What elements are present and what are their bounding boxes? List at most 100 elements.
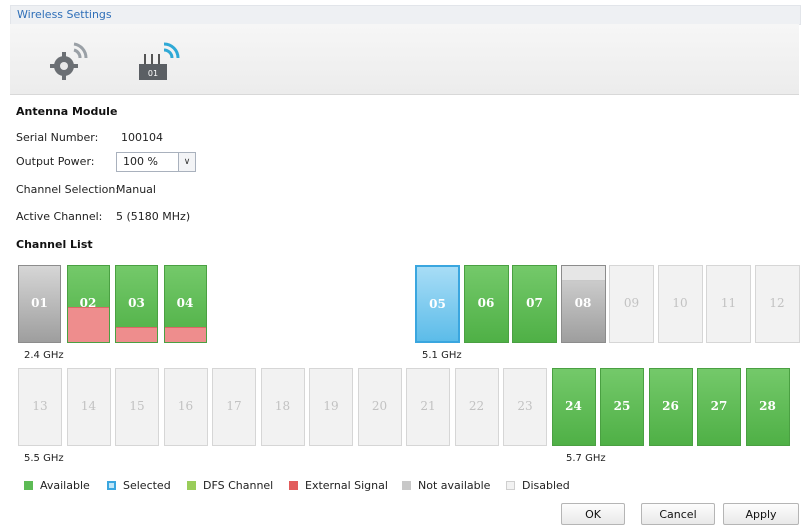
channel-selection-value: Manual [116, 183, 156, 196]
channel-tile-23: 23 [503, 368, 547, 446]
channel-number: 10 [672, 296, 688, 310]
channel-number: 09 [623, 296, 640, 310]
channel-tile-15: 15 [115, 368, 159, 446]
legend-label-available: Available [40, 479, 90, 492]
output-power-select[interactable]: 100 % ∨ [116, 152, 196, 172]
channel-number: 13 [32, 399, 48, 413]
antenna-module-heading: Antenna Module [16, 105, 118, 118]
serial-number-label: Serial Number: [16, 131, 99, 144]
not-available-band [561, 266, 605, 281]
channel-number: 18 [274, 399, 291, 413]
channel-tile-05[interactable]: 05 [415, 265, 460, 343]
serial-number-value: 100104 [121, 131, 163, 144]
legend-swatch-not-available [402, 481, 411, 490]
legend-dfs-channel: DFS Channel [187, 479, 273, 492]
module-badge: 01 [148, 69, 158, 78]
channel-tile-17: 17 [212, 368, 256, 446]
channel-tile-28[interactable]: 28 [745, 368, 790, 446]
chevron-down-icon[interactable]: ∨ [178, 153, 195, 171]
legend-label-not-available: Not available [418, 479, 491, 492]
legend-swatch-disabled [506, 481, 515, 490]
channel-tile-20: 20 [357, 368, 402, 446]
window-title: Wireless Settings [17, 8, 112, 21]
channel-number: 20 [371, 399, 388, 413]
window-title-bar: Wireless Settings [10, 5, 801, 25]
channel-number: 22 [468, 399, 485, 413]
channel-tile-01[interactable]: 01 [18, 265, 61, 343]
channel-tile-22: 22 [454, 368, 499, 446]
channel-tile-26[interactable]: 26 [648, 368, 693, 446]
channel-tile-04[interactable]: 04 [163, 265, 207, 343]
channel-tile-12: 12 [754, 265, 800, 343]
channel-number: 06 [477, 296, 495, 310]
legend-selected: Selected [107, 479, 171, 492]
legend-label-external: External Signal [305, 479, 388, 492]
channel-tile-14: 14 [66, 368, 111, 446]
band-label-2-4ghz: 2.4 GHz [24, 350, 64, 361]
legend-available: Available [24, 479, 90, 492]
output-power-label: Output Power: [16, 155, 95, 168]
apply-button[interactable]: Apply [723, 503, 799, 525]
channel-number: 11 [720, 296, 737, 310]
external-signal-indicator [116, 327, 157, 342]
channel-number: 19 [323, 399, 339, 413]
legend-swatch-available [24, 481, 33, 490]
band-label-5-5ghz: 5.5 GHz [24, 453, 64, 464]
channel-tile-19: 19 [309, 368, 353, 446]
channel-tile-21: 21 [406, 368, 450, 446]
channel-selection-label: Channel Selection: [16, 183, 120, 196]
channel-list-heading: Channel List [16, 238, 93, 251]
channel-number: 27 [710, 399, 728, 413]
channel-number: 15 [129, 399, 145, 413]
legend-swatch-dfs [187, 481, 196, 490]
channel-number: 08 [574, 296, 592, 310]
channel-number: 16 [177, 399, 194, 413]
legend-label-disabled: Disabled [522, 479, 570, 492]
channel-number: 14 [80, 399, 97, 413]
channel-tile-24[interactable]: 24 [551, 368, 596, 446]
legend-label-selected: Selected [123, 479, 171, 492]
gear-wireless-icon[interactable] [44, 34, 94, 84]
legend-swatch-external [289, 481, 298, 490]
channel-number: 01 [31, 296, 48, 310]
channel-tile-13: 13 [18, 368, 62, 446]
channel-number: 24 [565, 399, 582, 413]
channel-number: 04 [176, 296, 194, 310]
output-power-value: 100 % [123, 155, 158, 168]
channel-number: 12 [769, 296, 785, 310]
cancel-button[interactable]: Cancel [641, 503, 715, 525]
external-signal-indicator [164, 327, 206, 342]
antenna-module-icon[interactable]: 01 [134, 34, 184, 84]
channel-tile-10: 10 [657, 265, 703, 343]
band-label-5-1ghz: 5.1 GHz [422, 350, 462, 361]
band-label-5-7ghz: 5.7 GHz [566, 453, 606, 464]
legend-disabled: Disabled [506, 479, 570, 492]
channel-number: 26 [662, 399, 679, 413]
ok-button[interactable]: OK [561, 503, 625, 525]
channel-tile-06[interactable]: 06 [463, 265, 509, 343]
channel-tile-18: 18 [260, 368, 305, 446]
channel-tile-07[interactable]: 07 [512, 265, 557, 343]
channel-number: 07 [526, 296, 543, 310]
channel-number: 21 [420, 399, 436, 413]
channel-number: 28 [759, 399, 776, 413]
channel-tile-03[interactable]: 03 [115, 265, 158, 343]
channel-tile-02[interactable]: 02 [66, 265, 110, 343]
channel-number: 02 [79, 296, 97, 310]
legend-external-signal: External Signal [289, 479, 388, 492]
channel-number: 23 [517, 399, 533, 413]
channel-tile-08[interactable]: 08 [560, 265, 606, 343]
legend-not-available: Not available [402, 479, 490, 492]
channel-tile-16: 16 [163, 368, 208, 446]
channel-tile-09: 09 [609, 265, 654, 343]
channel-tile-25[interactable]: 25 [600, 368, 644, 446]
channel-number: 25 [613, 399, 631, 413]
channel-tile-27[interactable]: 27 [697, 368, 741, 446]
channel-tile-11: 11 [706, 265, 751, 343]
channel-number: 17 [226, 399, 242, 413]
channel-number: 03 [128, 296, 145, 310]
channel-number: 05 [429, 297, 446, 311]
active-channel-label: Active Channel: [16, 210, 103, 223]
active-channel-value: 5 (5180 MHz) [116, 210, 191, 223]
legend-swatch-selected [107, 481, 116, 490]
